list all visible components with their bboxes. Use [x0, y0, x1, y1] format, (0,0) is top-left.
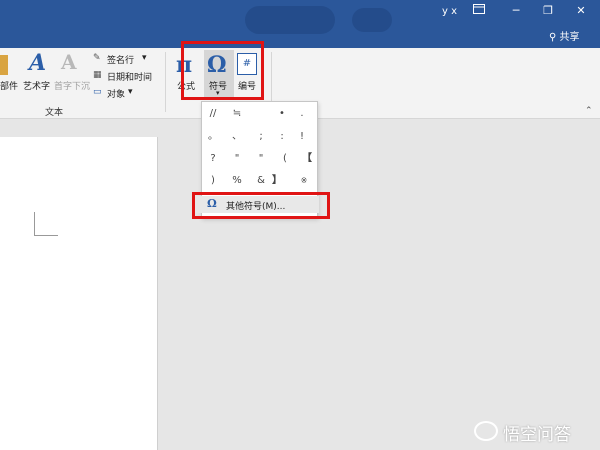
maximize-button[interactable]: ❐ — [537, 3, 559, 19]
watermark-text: 悟空问答 — [503, 425, 571, 445]
share-button[interactable]: ⚲ 共享 — [549, 28, 580, 43]
symbol-cell[interactable]: : — [271, 128, 293, 146]
symbol-cell[interactable]: 、 — [226, 128, 248, 146]
calendar-icon: ▦ — [93, 70, 102, 80]
document-page[interactable] — [0, 137, 158, 450]
symbol-cell[interactable]: ) — [202, 172, 224, 190]
symbol-cell[interactable]: ; — [250, 128, 272, 146]
object-label: 对象 — [107, 90, 126, 100]
symbol-cell[interactable]: . — [291, 105, 313, 123]
symbol-cell[interactable]: 】 — [266, 172, 288, 190]
symbol-cell[interactable]: ※ — [293, 172, 315, 190]
drop-cap-label: 首字下沉 — [54, 82, 91, 92]
object-icon: ▭ — [93, 87, 102, 97]
group-separator — [165, 52, 166, 112]
user-name[interactable]: y x — [442, 6, 457, 17]
symbol-cell[interactable]: // — [202, 105, 224, 123]
ribbon-display-options-icon[interactable] — [468, 3, 490, 19]
symbol-cell[interactable] — [250, 105, 272, 123]
symbol-cell[interactable]: " — [226, 150, 248, 168]
symbol-cell[interactable]: ? — [202, 150, 224, 168]
quick-parts-icon — [0, 55, 8, 75]
wordart-label: 艺术字 — [23, 82, 51, 92]
person-icon: ⚲ — [549, 32, 557, 43]
signature-dropdown-icon: ▾ — [142, 53, 147, 63]
text-group-label: 文本 — [45, 108, 64, 118]
more-symbols-highlight-box — [192, 192, 330, 219]
symbol-highlight-box — [181, 41, 264, 100]
object-dropdown-icon: ▾ — [128, 87, 133, 97]
speech-bubble-icon — [474, 421, 498, 441]
symbol-cell[interactable]: ( — [274, 150, 296, 168]
symbol-cell[interactable]: ≒ — [226, 105, 248, 123]
signature-label: 签名行 — [107, 56, 135, 66]
share-label: 共享 — [559, 32, 580, 43]
symbol-cell[interactable]: % — [226, 172, 248, 190]
symbol-cell[interactable]: " — [250, 150, 272, 168]
drop-cap-icon: A — [61, 50, 77, 74]
quick-parts-label: 部件 — [0, 82, 19, 92]
collapse-ribbon-icon[interactable]: ⌃ — [585, 106, 593, 116]
close-button[interactable]: ✕ — [570, 3, 592, 19]
signature-icon: ✎ — [93, 53, 101, 63]
symbol-cell[interactable]: 。 — [202, 128, 224, 146]
minimize-button[interactable]: ─ — [505, 3, 527, 19]
date-time-label: 日期和时间 — [107, 73, 153, 83]
symbol-cell[interactable]: • — [271, 105, 293, 123]
symbol-cell[interactable]: ! — [291, 128, 313, 146]
blurred-title — [245, 6, 335, 34]
margin-corner-mark — [34, 212, 58, 236]
symbol-cell[interactable]: 【 — [296, 150, 318, 168]
blurred-title-2 — [352, 8, 392, 32]
wordart-icon: A — [29, 50, 47, 76]
